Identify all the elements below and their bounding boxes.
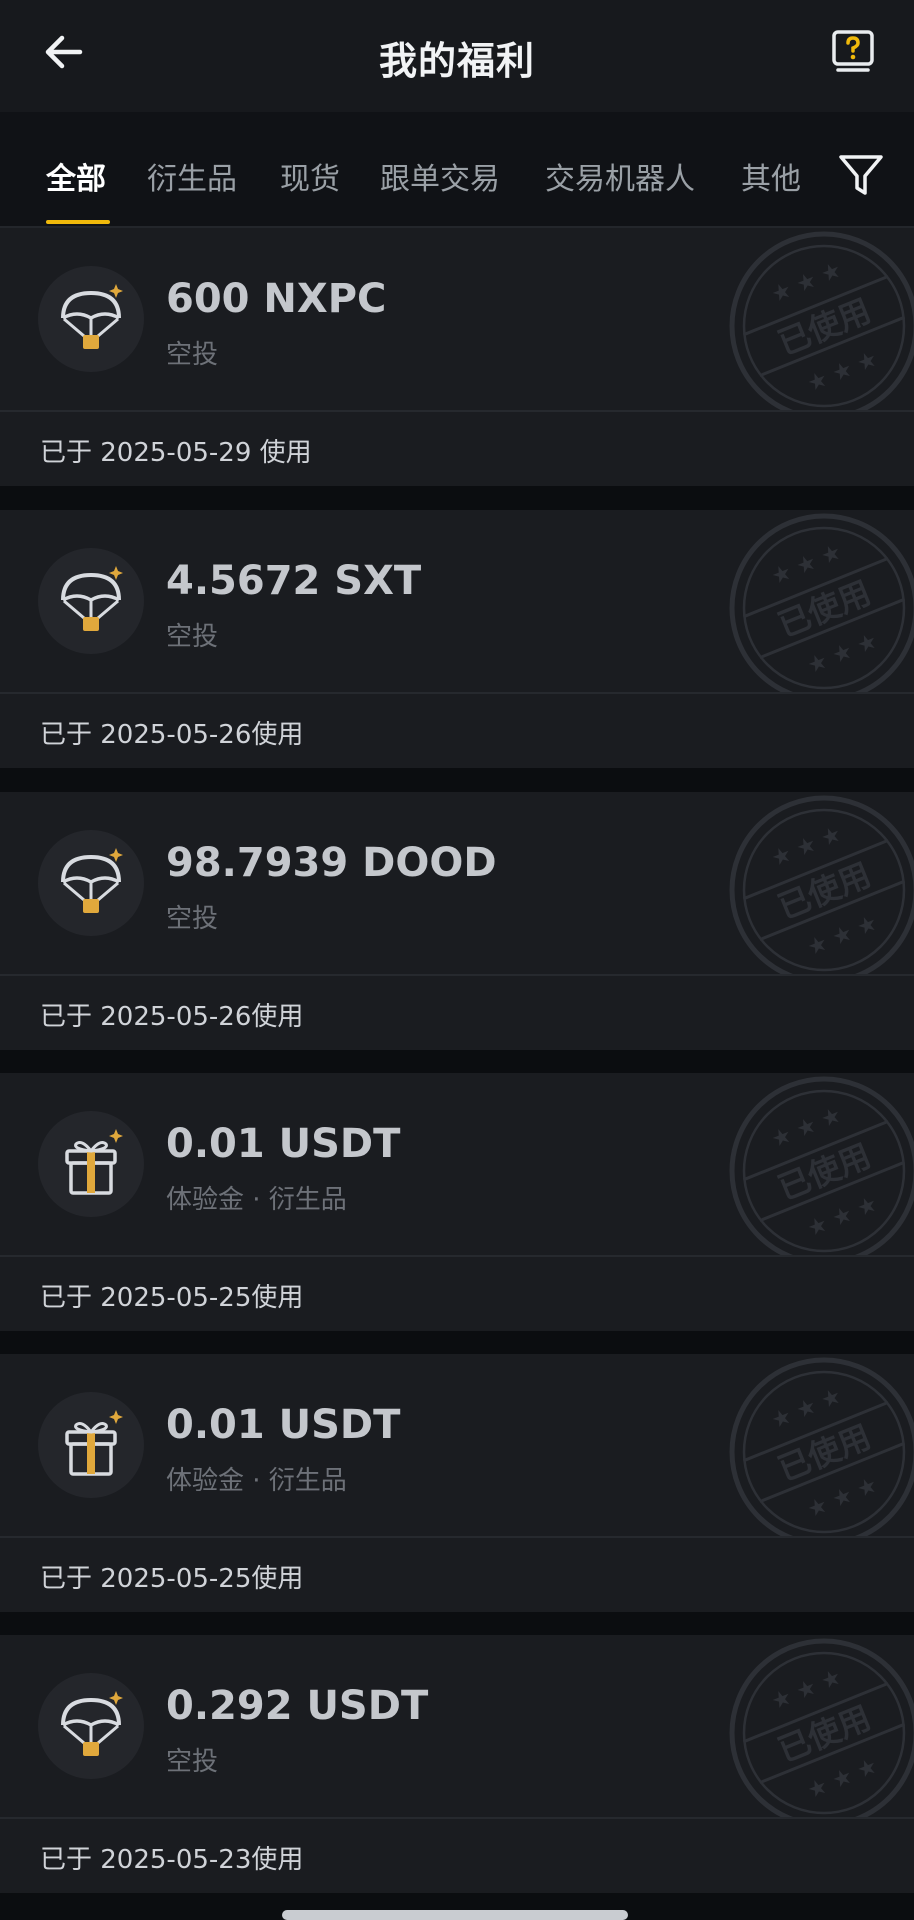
- svg-text:★ ★ ★: ★ ★ ★: [768, 822, 845, 873]
- svg-text:★ ★ ★: ★ ★ ★: [768, 540, 845, 591]
- used-date: 已于 2025-05-23使用: [40, 1845, 304, 1875]
- parachute-airdrop-icon: [61, 566, 123, 631]
- used-date: 已于 2025-05-26使用: [40, 720, 304, 750]
- reward-amount: 98.7939 DOOD: [166, 840, 497, 886]
- svg-text:★ ★ ★: ★ ★ ★: [768, 1665, 845, 1716]
- reward-type: 空投: [166, 622, 219, 652]
- reward-card[interactable]: 4.5672 SXT 空投 已使用 ★ ★ ★ ★ ★ ★ 已于 2025-05…: [0, 510, 914, 768]
- card-divider: [0, 1255, 914, 1257]
- reward-type: 空投: [166, 1747, 219, 1777]
- reward-card-body: 98.7939 DOOD 空投 已使用 ★ ★ ★ ★ ★ ★: [0, 792, 914, 974]
- tab-copy-trading[interactable]: 跟单交易: [380, 154, 500, 198]
- reward-type: 体验金 · 衍生品: [166, 1185, 347, 1215]
- reward-card-body: 0.01 USDT 体验金 · 衍生品 已使用 ★ ★ ★ ★ ★ ★: [0, 1073, 914, 1255]
- reward-amount: 600 NXPC: [166, 276, 387, 322]
- reward-amount: 4.5672 SXT: [166, 558, 422, 604]
- reward-type: 体验金 · 衍生品: [166, 1466, 347, 1496]
- reward-icon-badge: [38, 1392, 144, 1498]
- card-divider: [0, 1536, 914, 1538]
- reward-type: 空投: [166, 340, 219, 370]
- card-divider: [0, 1817, 914, 1819]
- used-date: 已于 2025-05-25使用: [40, 1283, 304, 1313]
- page-title: 我的福利: [378, 39, 535, 83]
- tab-all[interactable]: 全部: [46, 154, 106, 198]
- svg-text:★ ★ ★: ★ ★ ★: [768, 1103, 845, 1154]
- reward-card[interactable]: 0.01 USDT 体验金 · 衍生品 已使用 ★ ★ ★ ★ ★ ★ 已于 2…: [0, 1073, 914, 1331]
- card-divider: [0, 410, 914, 412]
- gift-box-icon: [65, 1410, 123, 1476]
- category-tabs: 全部 衍生品 现货 跟单交易 交易机器人 其他: [0, 112, 914, 228]
- reward-card-body: 4.5672 SXT 空投 已使用 ★ ★ ★ ★ ★ ★: [0, 510, 914, 692]
- card-divider: [0, 974, 914, 976]
- used-stamp: 已使用 ★ ★ ★ ★ ★ ★: [714, 792, 914, 974]
- svg-text:★ ★ ★: ★ ★ ★: [768, 1384, 845, 1435]
- parachute-airdrop-icon: [61, 284, 123, 349]
- question-box-icon: [832, 30, 874, 72]
- parachute-airdrop-icon: [61, 1691, 123, 1756]
- reward-amount: 0.01 USDT: [166, 1402, 401, 1448]
- reward-icon-badge: [38, 266, 144, 372]
- reward-card[interactable]: 0.292 USDT 空投 已使用 ★ ★ ★ ★ ★ ★ 已于 2025-05…: [0, 1635, 914, 1893]
- reward-icon-badge: [38, 1673, 144, 1779]
- used-stamp: 已使用 ★ ★ ★ ★ ★ ★: [714, 510, 914, 692]
- used-date: 已于 2025-05-29 使用: [40, 438, 312, 468]
- used-stamp: 已使用 ★ ★ ★ ★ ★ ★: [714, 1635, 914, 1817]
- tab-trading-bots[interactable]: 交易机器人: [545, 154, 695, 198]
- header-bar: 我的福利: [0, 0, 914, 112]
- active-tab-indicator: [46, 220, 110, 224]
- reward-amount: 0.01 USDT: [166, 1121, 401, 1167]
- reward-icon-badge: [38, 1111, 144, 1217]
- used-stamp: 已使用 ★ ★ ★ ★ ★ ★: [714, 1354, 914, 1536]
- used-date: 已于 2025-05-25使用: [40, 1564, 304, 1594]
- filter-funnel-icon: [839, 155, 883, 195]
- reward-card-body: 600 NXPC 空投 已使用 ★ ★ ★ ★ ★ ★: [0, 228, 914, 410]
- tab-other[interactable]: 其他: [741, 154, 801, 198]
- tab-spot[interactable]: 现货: [280, 154, 340, 198]
- home-indicator[interactable]: [282, 1910, 628, 1920]
- rewards-page: 我的福利 全部 衍生品 现货 跟单交易 交易机器人 其他 600 NXPC 空投…: [0, 0, 914, 1920]
- parachute-airdrop-icon: [61, 848, 123, 913]
- reward-icon-badge: [38, 548, 144, 654]
- help-button[interactable]: [830, 28, 876, 74]
- reward-type: 空投: [166, 904, 219, 934]
- gift-box-icon: [65, 1129, 123, 1195]
- reward-amount: 0.292 USDT: [166, 1683, 429, 1729]
- reward-card[interactable]: 0.01 USDT 体验金 · 衍生品 已使用 ★ ★ ★ ★ ★ ★ 已于 2…: [0, 1354, 914, 1612]
- used-stamp: 已使用 ★ ★ ★ ★ ★ ★: [714, 228, 914, 410]
- reward-card-body: 0.01 USDT 体验金 · 衍生品 已使用 ★ ★ ★ ★ ★ ★: [0, 1354, 914, 1536]
- card-divider: [0, 692, 914, 694]
- reward-card[interactable]: 600 NXPC 空投 已使用 ★ ★ ★ ★ ★ ★ 已于 2025-05-2…: [0, 228, 914, 486]
- used-stamp: 已使用 ★ ★ ★ ★ ★ ★: [714, 1073, 914, 1255]
- reward-card-body: 0.292 USDT 空投 已使用 ★ ★ ★ ★ ★ ★: [0, 1635, 914, 1817]
- used-date: 已于 2025-05-26使用: [40, 1002, 304, 1032]
- filter-button[interactable]: [836, 150, 886, 200]
- reward-icon-badge: [38, 830, 144, 936]
- svg-text:★ ★ ★: ★ ★ ★: [768, 258, 845, 309]
- tab-derivatives[interactable]: 衍生品: [147, 154, 237, 198]
- reward-card[interactable]: 98.7939 DOOD 空投 已使用 ★ ★ ★ ★ ★ ★ 已于 2025-…: [0, 792, 914, 1050]
